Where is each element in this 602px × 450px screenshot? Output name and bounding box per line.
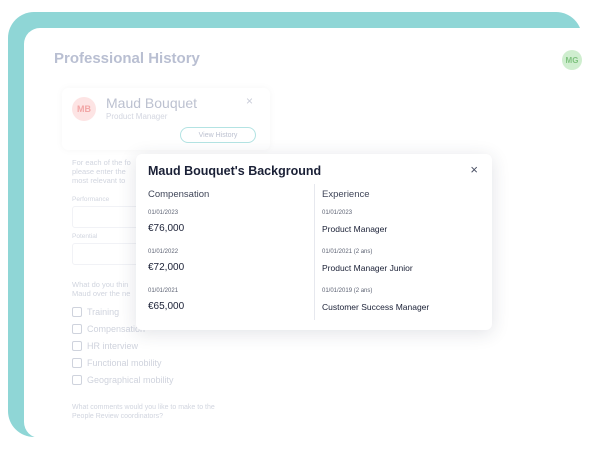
option-training[interactable]: Training [72,307,119,317]
view-history-button[interactable]: View History [180,127,256,143]
intro-text-3: most relevant to [72,176,126,185]
user-avatar[interactable]: MG [562,50,582,70]
checkbox-icon [72,324,82,334]
option-hr-interview[interactable]: HR interview [72,341,138,351]
option-geographical-mobility[interactable]: Geographical mobility [72,375,174,385]
compensation-date: 01/01/2022 [148,249,179,255]
experience-title: Product Manager Junior [322,263,413,273]
experience-date: 01/01/2019 (2 ans) [322,288,373,294]
experience-title: Product Manager [322,224,388,234]
option-compensation[interactable]: Compensation [72,324,145,334]
modal-title: Maud Bouquet's Background [148,164,322,178]
performance-label: Performance [72,196,110,203]
intro-text-2: please enter the [72,167,126,176]
experience-title: Customer Success Manager [322,302,430,312]
experience-date: 01/01/2021 (2 ans) [322,249,373,255]
option-functional-mobility[interactable]: Functional mobility [72,358,162,368]
person-role: Product Manager [106,112,168,121]
comment-question-2: People Review coordinators? [72,413,164,420]
checkbox-icon [72,341,82,351]
background-modal: Maud Bouquet's Background × Compensation… [136,154,492,330]
compensation-date: 01/01/2023 [148,210,179,216]
column-divider [314,184,315,320]
experience-header: Experience [322,189,370,200]
potential-label: Potential [72,233,98,240]
compensation-header: Compensation [148,189,210,200]
compensation-value: €65,000 [148,301,185,312]
close-icon[interactable]: × [470,162,478,177]
compensation-value: €76,000 [148,223,185,234]
person-name: Maud Bouquet [106,95,198,111]
checkbox-icon [72,375,82,385]
intro-text-1: For each of the fo [72,158,131,167]
close-icon[interactable]: × [246,94,253,108]
question-text-1: What do you thin [72,280,129,289]
person-avatar: MB [72,97,96,121]
question-text-2: Maud over the ne [72,289,131,298]
checkbox-icon [72,307,82,317]
compensation-value: €72,000 [148,262,185,273]
page-title: Professional History [54,50,200,67]
comment-question-1: What comments would you like to make to … [72,404,215,411]
compensation-date: 01/01/2021 [148,288,179,294]
checkbox-icon [72,358,82,368]
experience-date: 01/01/2023 [322,210,353,216]
